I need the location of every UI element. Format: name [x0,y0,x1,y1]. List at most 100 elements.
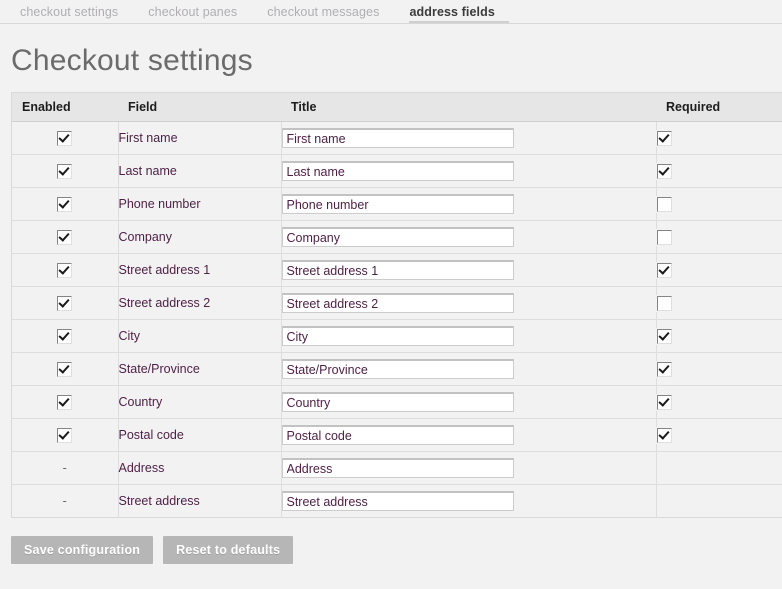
enabled-checkbox[interactable] [57,163,73,179]
cell-title [281,418,657,452]
title-input[interactable] [281,326,514,346]
cell-field-label: Postal code [118,418,282,452]
table-row: Company [11,220,782,254]
tab-address-fields[interactable]: address fields [409,5,509,23]
cell-required [656,220,782,254]
cell-field-label: Street address 1 [118,253,282,287]
enabled-checkbox[interactable] [57,229,73,245]
required-checkbox[interactable] [656,229,672,245]
cell-required [656,352,782,386]
cell-title [281,253,657,287]
tab-checkout-panes[interactable]: checkout panes [148,5,251,23]
enabled-checkbox[interactable] [57,328,73,344]
enabled-dash-placeholder: - [62,461,67,475]
table-row: Postal code [11,418,782,452]
enabled-checkbox[interactable] [57,394,73,410]
table-row: Street address 2 [11,286,782,320]
cell-enabled [11,253,119,287]
title-input[interactable] [281,458,514,478]
cell-field-label: Address [118,451,282,485]
table-header-row: Enabled Field Title Required [11,92,782,122]
cell-title [281,484,657,518]
cell-field-label: State/Province [118,352,282,386]
required-checkbox[interactable] [656,130,672,146]
cell-field-label: Country [118,385,282,419]
enabled-checkbox[interactable] [57,196,73,212]
title-input[interactable] [281,359,514,379]
cell-enabled [11,319,119,353]
title-input[interactable] [281,260,514,280]
cell-title [281,187,657,221]
cell-enabled [11,121,119,155]
table-header: Enabled Field Title Required [11,92,782,122]
column-header-required: Required [656,92,782,122]
title-input[interactable] [281,194,514,214]
column-header-field: Field [118,92,281,122]
enabled-checkbox[interactable] [57,295,73,311]
cell-enabled [11,286,119,320]
cell-required [656,253,782,287]
cell-title [281,352,657,386]
cell-title [281,319,657,353]
required-checkbox[interactable] [656,163,672,179]
enabled-dash-placeholder: - [62,494,67,508]
cell-required [656,484,782,518]
form-actions: Save configuration Reset to defaults [11,536,782,564]
required-checkbox[interactable] [656,427,672,443]
title-input[interactable] [281,293,514,313]
title-input[interactable] [281,161,514,181]
column-header-enabled: Enabled [11,92,118,122]
cell-enabled: - [11,484,119,518]
cell-title [281,121,657,155]
cell-title [281,286,657,320]
cell-enabled [11,418,119,452]
cell-required [656,121,782,155]
required-checkbox[interactable] [656,361,672,377]
cell-enabled: - [11,451,119,485]
table-row: - Address [11,451,782,485]
page-title: Checkout settings [11,44,253,77]
required-checkbox[interactable] [656,196,672,212]
tab-checkout-settings[interactable]: checkout settings [20,5,132,23]
cell-required [656,286,782,320]
cell-required [656,451,782,485]
cell-required [656,385,782,419]
title-input[interactable] [281,128,514,148]
reset-to-defaults-button[interactable]: Reset to defaults [163,536,294,564]
cell-field-label: Company [118,220,282,254]
enabled-checkbox[interactable] [57,130,73,146]
title-input[interactable] [281,425,514,445]
cell-required [656,319,782,353]
save-configuration-button[interactable]: Save configuration [11,536,154,564]
cell-field-label: Last name [118,154,282,188]
cell-required [656,418,782,452]
tab-checkout-messages[interactable]: checkout messages [267,5,393,23]
enabled-checkbox[interactable] [57,262,73,278]
cell-enabled [11,154,119,188]
required-checkbox[interactable] [656,394,672,410]
required-checkbox[interactable] [656,295,672,311]
cell-enabled [11,385,119,419]
cell-enabled [11,220,119,254]
cell-field-label: Street address 2 [118,286,282,320]
table-row: Street address 1 [11,253,782,287]
cell-enabled [11,352,119,386]
cell-enabled [11,187,119,221]
table-row: City [11,319,782,353]
cell-field-label: Street address [118,484,282,518]
cell-title [281,451,657,485]
cell-field-label: Phone number [118,187,282,221]
required-checkbox[interactable] [656,328,672,344]
title-input[interactable] [281,491,514,511]
table-row: - Street address [11,484,782,518]
required-checkbox[interactable] [656,262,672,278]
table-row: State/Province [11,352,782,386]
title-input[interactable] [281,227,514,247]
table-row: Phone number [11,187,782,221]
enabled-checkbox[interactable] [57,361,73,377]
cell-title [281,154,657,188]
title-input[interactable] [281,392,514,412]
table-row: First name [11,121,782,155]
enabled-checkbox[interactable] [57,427,73,443]
column-header-title: Title [281,92,656,122]
